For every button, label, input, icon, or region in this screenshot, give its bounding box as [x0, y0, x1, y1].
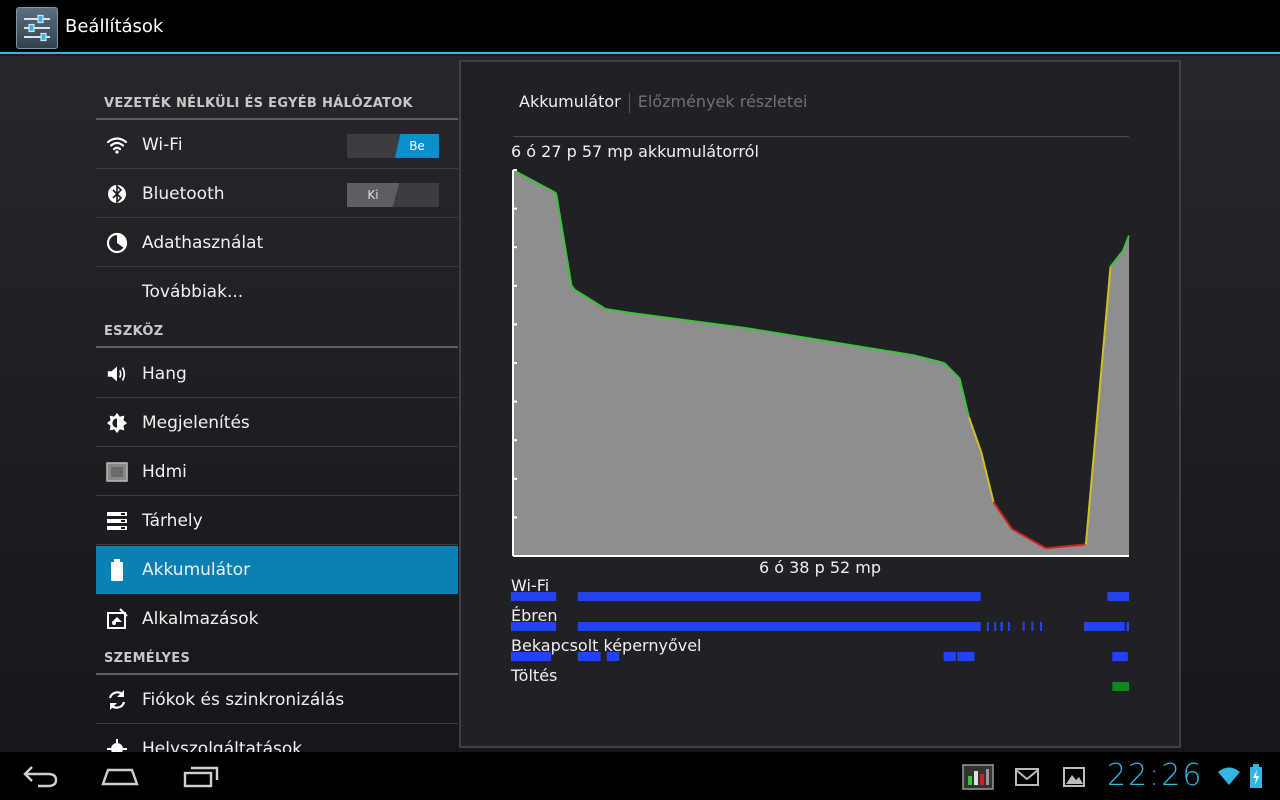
gallery-icon[interactable] [1063, 767, 1085, 791]
timeline-segment-awake [1031, 622, 1034, 631]
settings-list[interactable]: VEZETÉK NÉLKÜLI ÉS EGYÉB HÁLÓZATOK Wi-Fi… [96, 56, 458, 752]
divider [513, 136, 1129, 137]
settings-item-label: Fiókok és szinkronizálás [142, 690, 345, 710]
timeline-segment-wifi [577, 592, 981, 601]
settings-item-label: Adathasználat [142, 233, 264, 253]
home-icon[interactable] [100, 764, 140, 792]
hdmi-icon [106, 461, 128, 483]
timeline-segment-wifi [511, 592, 557, 601]
apps-icon [106, 608, 128, 630]
timeline-segment-awake [1040, 622, 1043, 631]
settings-item-battery[interactable]: Akkumulátor [96, 546, 458, 594]
settings-item-apps[interactable]: Alkalmazások [96, 595, 458, 643]
battery-charging-icon[interactable] [1249, 764, 1263, 792]
timeline-segment-awake [1000, 622, 1003, 631]
timeline-segment-charging [1112, 682, 1129, 691]
wifi-icon [106, 134, 128, 156]
settings-item-label: Megjelenítés [142, 413, 250, 433]
timeline-segment-screen-on [1112, 652, 1128, 661]
settings-item-storage[interactable]: Tárhely [96, 497, 458, 545]
settings-item-label: Akkumulátor [142, 560, 251, 580]
battery-icon [106, 559, 128, 581]
timeline-segment-screen-on [943, 652, 956, 661]
clock[interactable]: 22:26 [1107, 758, 1203, 793]
status-chart-icon[interactable] [962, 764, 994, 794]
toggle-thumb: Ki [347, 183, 399, 207]
app-title: Beállítások [65, 16, 164, 37]
timeline-segment-screen-on [606, 652, 620, 661]
location-icon [106, 738, 128, 752]
chart-title: 6 ó 27 p 57 mp akkumulátorról [511, 142, 759, 161]
settings-item-display[interactable]: Megjelenítés [96, 399, 458, 447]
bluetooth-toggle[interactable]: Ki [347, 183, 439, 207]
gmail-icon[interactable] [1015, 768, 1039, 790]
storage-icon [106, 510, 128, 532]
settings-item-label: Hdmi [142, 462, 187, 482]
settings-item-label: Tárhely [142, 511, 203, 531]
back-icon[interactable] [22, 764, 60, 794]
timeline-segment-awake [511, 622, 557, 631]
toggle-thumb: Be [395, 134, 439, 158]
section-header-networks: VEZETÉK NÉLKÜLI ÉS EGYÉB HÁLÓZATOK [96, 96, 458, 120]
settings-item-hdmi[interactable]: Hdmi [96, 448, 458, 496]
settings-item-label: Wi-Fi [142, 135, 183, 155]
timeline-segment-wifi [1107, 592, 1129, 601]
settings-item-label: Helyszolgáltatások [142, 739, 303, 752]
timeline-bars [511, 592, 1129, 691]
timeline-segment-awake [986, 622, 989, 631]
data-usage-icon [106, 232, 128, 254]
recent-apps-icon[interactable] [182, 764, 220, 792]
settings-item-more[interactable]: Továbbiak... [96, 268, 458, 316]
timeline-segment-awake [994, 622, 997, 631]
speaker-icon [106, 363, 128, 385]
settings-sliders-icon[interactable] [16, 7, 58, 49]
settings-item-data-usage[interactable]: Adathasználat [96, 219, 458, 267]
section-header-device: ESZKÖZ [96, 324, 458, 348]
settings-item-sound[interactable]: Hang [96, 350, 458, 398]
sync-icon [106, 689, 128, 711]
battery-level-area [513, 170, 1129, 556]
bluetooth-icon [106, 183, 128, 205]
content-area: VEZETÉK NÉLKÜLI ÉS EGYÉB HÁLÓZATOK Wi-Fi… [0, 56, 1280, 752]
settings-item-location[interactable]: Helyszolgáltatások [96, 725, 458, 752]
timeline-segment-awake [577, 622, 981, 631]
settings-item-accounts-sync[interactable]: Fiókok és szinkronizálás [96, 676, 458, 724]
settings-item-wifi[interactable]: Wi-Fi Be [96, 121, 458, 169]
settings-item-label: Továbbiak... [142, 282, 244, 302]
timeline-segment-awake [1126, 622, 1129, 631]
timeline-segment-screen-on [577, 652, 601, 661]
wifi-toggle[interactable]: Be [347, 134, 439, 158]
tab-battery[interactable]: Akkumulátor [519, 92, 621, 111]
settings-item-label: Bluetooth [142, 184, 225, 204]
tab-divider [628, 92, 630, 113]
system-bar: 22:26 [0, 752, 1280, 800]
tab-history-details[interactable]: Előzmények részletei [638, 92, 808, 111]
wifi-signal-icon[interactable] [1217, 766, 1241, 790]
battery-history-panel: Akkumulátor Előzmények részletei 6 ó 27 p… [459, 60, 1181, 748]
settings-item-label: Hang [142, 364, 187, 384]
timeline-segment-screen-on [957, 652, 975, 661]
timeline-segment-awake [1007, 622, 1010, 631]
chart-x-label: 6 ó 38 p 52 mp [758, 558, 881, 577]
action-bar: Beállítások [0, 0, 1280, 54]
battery-level-chart [512, 169, 1130, 557]
brightness-icon [106, 412, 128, 434]
timeline-segment-screen-on [511, 652, 552, 661]
section-header-personal: SZEMÉLYES [96, 651, 458, 675]
timeline-segment-awake [1022, 622, 1025, 631]
settings-item-label: Alkalmazások [142, 609, 259, 629]
timeline-segment-awake [1083, 622, 1125, 631]
settings-item-bluetooth[interactable]: Bluetooth Ki [96, 170, 458, 218]
tab-bar: Akkumulátor Előzmények részletei [519, 92, 807, 113]
